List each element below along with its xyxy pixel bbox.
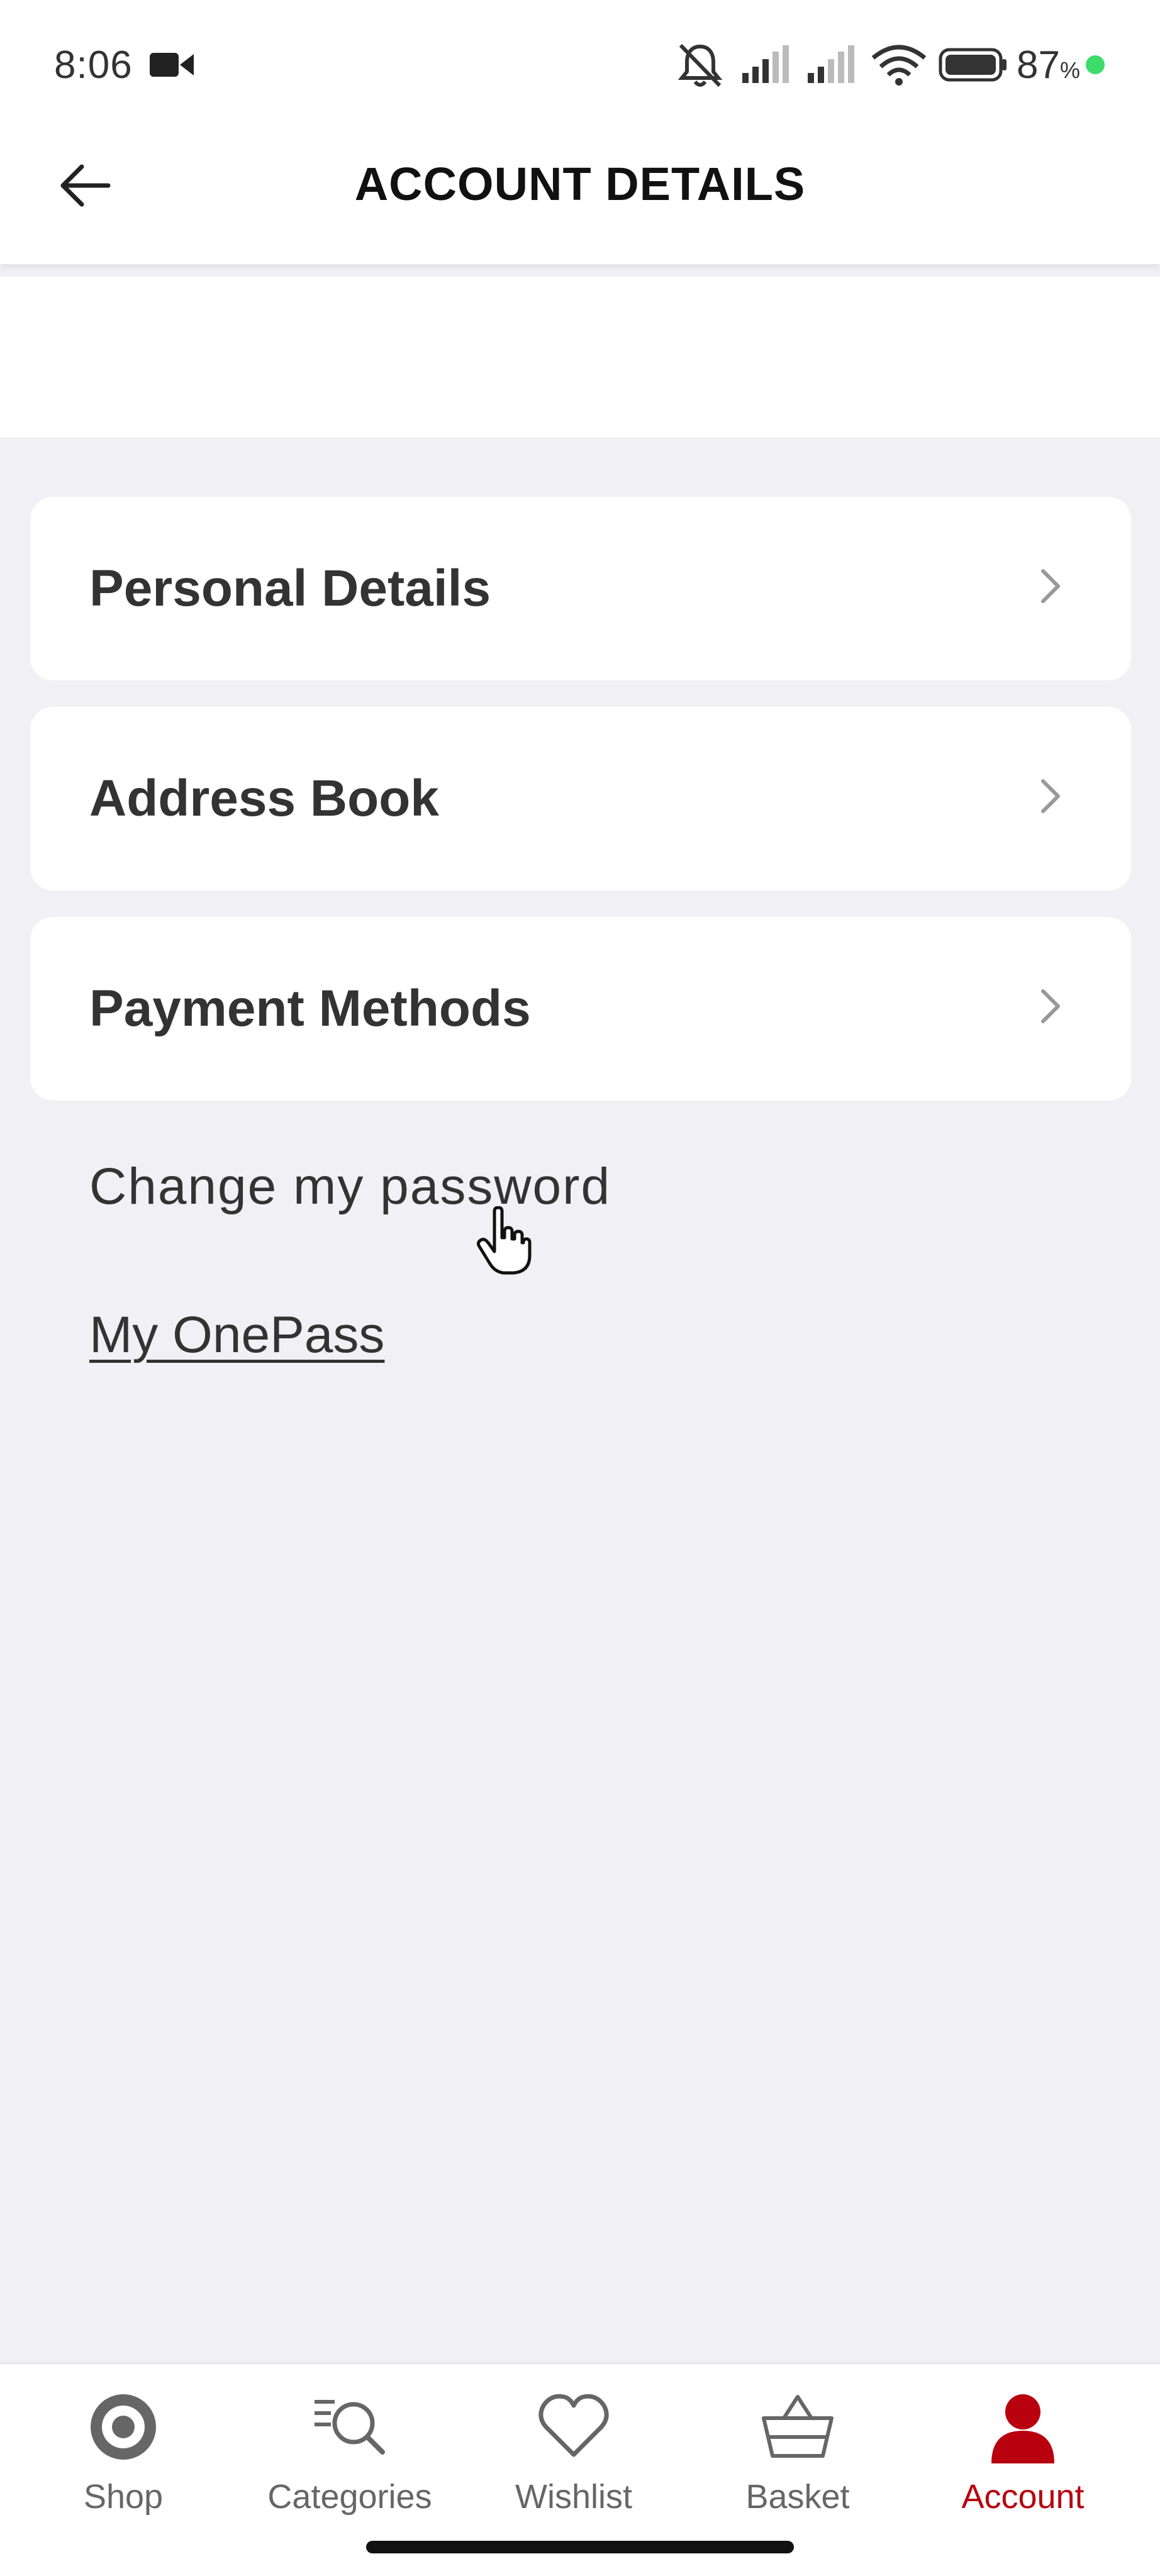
my-onepass-link[interactable]: My OnePass (89, 1306, 384, 1365)
signal-icon (808, 45, 854, 83)
nav-wishlist[interactable]: Wishlist (479, 2389, 668, 2540)
person-icon (991, 2394, 1054, 2463)
nav-account[interactable]: Account (929, 2389, 1117, 2540)
payment-methods-item[interactable]: Payment Methods (30, 917, 1131, 1101)
status-time: 8:06 (54, 43, 133, 87)
status-bar: 8:06 87% (0, 0, 1160, 132)
heart-icon (538, 2394, 609, 2457)
chevron-right-icon (1041, 779, 1060, 813)
header-spacer (0, 277, 1160, 437)
menu-item-label: Personal Details (89, 560, 491, 617)
app-header: ACCOUNT DETAILS (0, 132, 1160, 264)
nav-categories[interactable]: Categories (255, 2389, 444, 2540)
personal-details-item[interactable]: Personal Details (30, 497, 1131, 680)
menu-item-label: Address Book (89, 770, 439, 827)
charging-indicator (1086, 55, 1105, 74)
nav-basket[interactable]: Basket (703, 2389, 892, 2540)
nav-label: Categories (267, 2478, 432, 2516)
battery-level: 87% (1017, 43, 1080, 87)
wifi-icon (871, 45, 927, 86)
basket-icon (762, 2395, 834, 2458)
home-indicator[interactable] (366, 2541, 794, 2553)
hand-cursor-icon (476, 1206, 532, 1275)
nav-label: Shop (83, 2478, 164, 2516)
battery-icon (939, 48, 1007, 82)
page-title: ACCOUNT DETAILS (354, 158, 806, 210)
signal-icon (742, 45, 789, 83)
nav-label: Wishlist (515, 2478, 632, 2516)
categories-search-icon (315, 2400, 385, 2455)
nav-label: Basket (745, 2478, 850, 2516)
nav-label: Account (961, 2478, 1085, 2516)
camera-icon (150, 53, 194, 77)
chevron-right-icon (1041, 989, 1060, 1023)
target-icon (91, 2394, 156, 2460)
change-password-link[interactable]: Change my password (89, 1157, 611, 1216)
chevron-right-icon (1041, 569, 1060, 603)
nav-shop[interactable]: Shop (29, 2389, 218, 2540)
menu-item-label: Payment Methods (89, 980, 531, 1037)
mute-icon (678, 43, 723, 87)
address-book-item[interactable]: Address Book (30, 707, 1131, 891)
